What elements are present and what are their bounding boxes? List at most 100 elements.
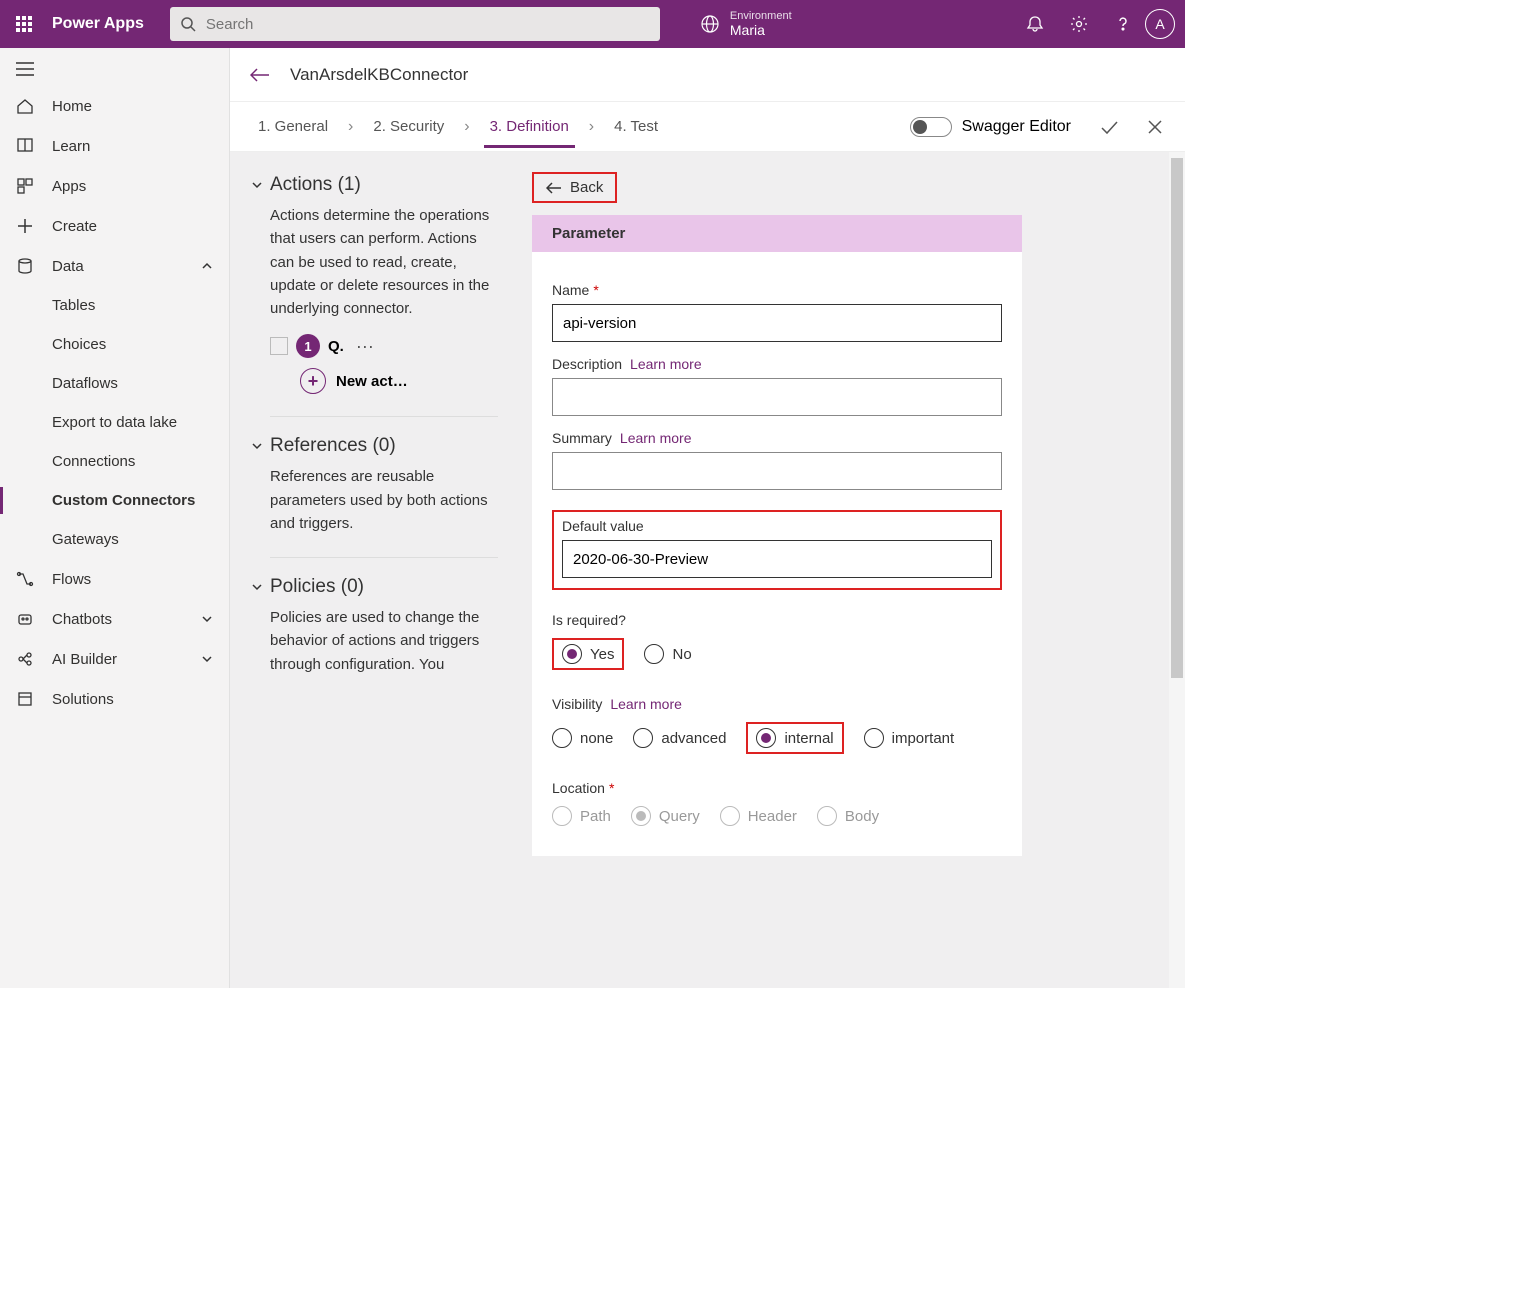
chevron-down-icon: [250, 580, 264, 594]
radio-header: [720, 806, 740, 826]
step-definition[interactable]: 3. Definition: [484, 105, 575, 148]
checkbox[interactable]: [270, 337, 288, 355]
nav-chatbots[interactable]: Chatbots: [0, 599, 229, 639]
visibility-label: VisibilityLearn more: [552, 696, 1002, 712]
nav-choices[interactable]: Choices: [0, 325, 229, 364]
swagger-label: Swagger Editor: [962, 118, 1071, 136]
step-bar: 1. General › 2. Security › 3. Definition…: [230, 102, 1185, 152]
references-header[interactable]: References (0): [250, 435, 498, 457]
visibility-internal-group: internal: [746, 722, 843, 754]
more-icon[interactable]: ···: [356, 336, 374, 357]
policies-header[interactable]: Policies (0): [250, 576, 498, 598]
radio-body: [817, 806, 837, 826]
plus-circle-icon: +: [300, 368, 326, 394]
environment-picker[interactable]: Environment Maria: [700, 10, 792, 38]
parameter-form: Back Parameter Name* DescriptionLearn mo…: [510, 152, 1050, 988]
description-input[interactable]: [552, 378, 1002, 416]
nav-collapse-icon[interactable]: [0, 52, 229, 86]
nav-learn[interactable]: Learn: [0, 126, 229, 166]
close-icon[interactable]: [1147, 119, 1163, 135]
home-icon: [16, 97, 40, 115]
ai-icon: [16, 650, 40, 668]
notifications-icon[interactable]: [1013, 0, 1057, 48]
solutions-icon: [16, 690, 40, 708]
nav-custom-connectors[interactable]: Custom Connectors: [0, 481, 229, 520]
settings-icon[interactable]: [1057, 0, 1101, 48]
nav-home[interactable]: Home: [0, 86, 229, 126]
search-input[interactable]: [206, 16, 660, 33]
nav-data[interactable]: Data: [0, 246, 229, 286]
references-desc: References are reusable parameters used …: [250, 465, 498, 535]
top-header: Power Apps Environment Maria A: [0, 0, 1185, 48]
plus-icon: [16, 217, 40, 235]
nav-flows[interactable]: Flows: [0, 559, 229, 599]
nav-connections[interactable]: Connections: [0, 442, 229, 481]
action-item[interactable]: 1 Q. ···: [270, 334, 498, 358]
description-label: DescriptionLearn more: [552, 356, 1002, 372]
nav-solutions[interactable]: Solutions: [0, 679, 229, 719]
default-value-group: Default value: [552, 510, 1002, 590]
actions-panel: Actions (1) Actions determine the operat…: [230, 152, 510, 988]
nav-apps[interactable]: Apps: [0, 166, 229, 206]
nav-ai-builder[interactable]: AI Builder: [0, 639, 229, 679]
radio-no[interactable]: [644, 644, 664, 664]
location-label: Location*: [552, 780, 1002, 796]
new-action-button[interactable]: + New act…: [300, 368, 498, 394]
page-title: VanArsdelKBConnector: [290, 65, 468, 85]
globe-icon: [700, 14, 720, 34]
step-security[interactable]: 2. Security: [367, 105, 450, 148]
nav-tables[interactable]: Tables: [0, 286, 229, 325]
chevron-right-icon: ›: [334, 118, 367, 136]
side-nav: Home Learn Apps Create Data Tables Choic…: [0, 48, 230, 988]
summary-label: SummaryLearn more: [552, 430, 1002, 446]
back-arrow-icon[interactable]: [230, 67, 290, 83]
radio-important[interactable]: [864, 728, 884, 748]
search-box[interactable]: [170, 7, 660, 41]
help-icon[interactable]: [1101, 0, 1145, 48]
step-general[interactable]: 1. General: [252, 105, 334, 148]
flow-icon: [16, 570, 40, 588]
chevron-right-icon: ›: [450, 118, 483, 136]
chevron-down-icon: [201, 613, 213, 625]
radio-none[interactable]: [552, 728, 572, 748]
summary-input[interactable]: [552, 452, 1002, 490]
learn-more-link[interactable]: Learn more: [630, 356, 702, 372]
swagger-toggle[interactable]: [910, 117, 952, 137]
chevron-right-icon: ›: [575, 118, 608, 136]
required-yes-group: Yes: [552, 638, 624, 670]
nav-gateways[interactable]: Gateways: [0, 520, 229, 559]
actions-header[interactable]: Actions (1): [250, 174, 498, 196]
step-test[interactable]: 4. Test: [608, 105, 664, 148]
chevron-down-icon: [201, 653, 213, 665]
nav-create[interactable]: Create: [0, 206, 229, 246]
action-label: Q.: [328, 338, 344, 355]
learn-more-link[interactable]: Learn more: [620, 430, 692, 446]
data-icon: [16, 257, 40, 275]
nav-dataflows[interactable]: Dataflows: [0, 364, 229, 403]
radio-yes[interactable]: [562, 644, 582, 664]
default-label: Default value: [562, 518, 992, 534]
parameter-strip: Parameter: [532, 215, 1022, 252]
action-badge: 1: [296, 334, 320, 358]
radio-advanced[interactable]: [633, 728, 653, 748]
chevron-down-icon: [250, 439, 264, 453]
actions-desc: Actions determine the operations that us…: [250, 204, 498, 320]
scrollbar[interactable]: [1169, 152, 1185, 988]
bot-icon: [16, 610, 40, 628]
radio-internal[interactable]: [756, 728, 776, 748]
app-launcher-icon[interactable]: [0, 16, 48, 32]
nav-export[interactable]: Export to data lake: [0, 403, 229, 442]
radio-query: [631, 806, 651, 826]
env-value: Maria: [730, 22, 792, 38]
name-input[interactable]: [552, 304, 1002, 342]
back-button[interactable]: Back: [532, 172, 617, 203]
learn-more-link[interactable]: Learn more: [610, 696, 682, 712]
isrequired-label: Is required?: [552, 612, 1002, 628]
radio-path: [552, 806, 572, 826]
apps-icon: [16, 177, 40, 195]
check-icon[interactable]: [1099, 117, 1119, 137]
default-value-input[interactable]: [562, 540, 992, 578]
avatar[interactable]: A: [1145, 9, 1175, 39]
policies-desc: Policies are used to change the behavior…: [250, 606, 498, 676]
brand-label: Power Apps: [48, 15, 158, 33]
